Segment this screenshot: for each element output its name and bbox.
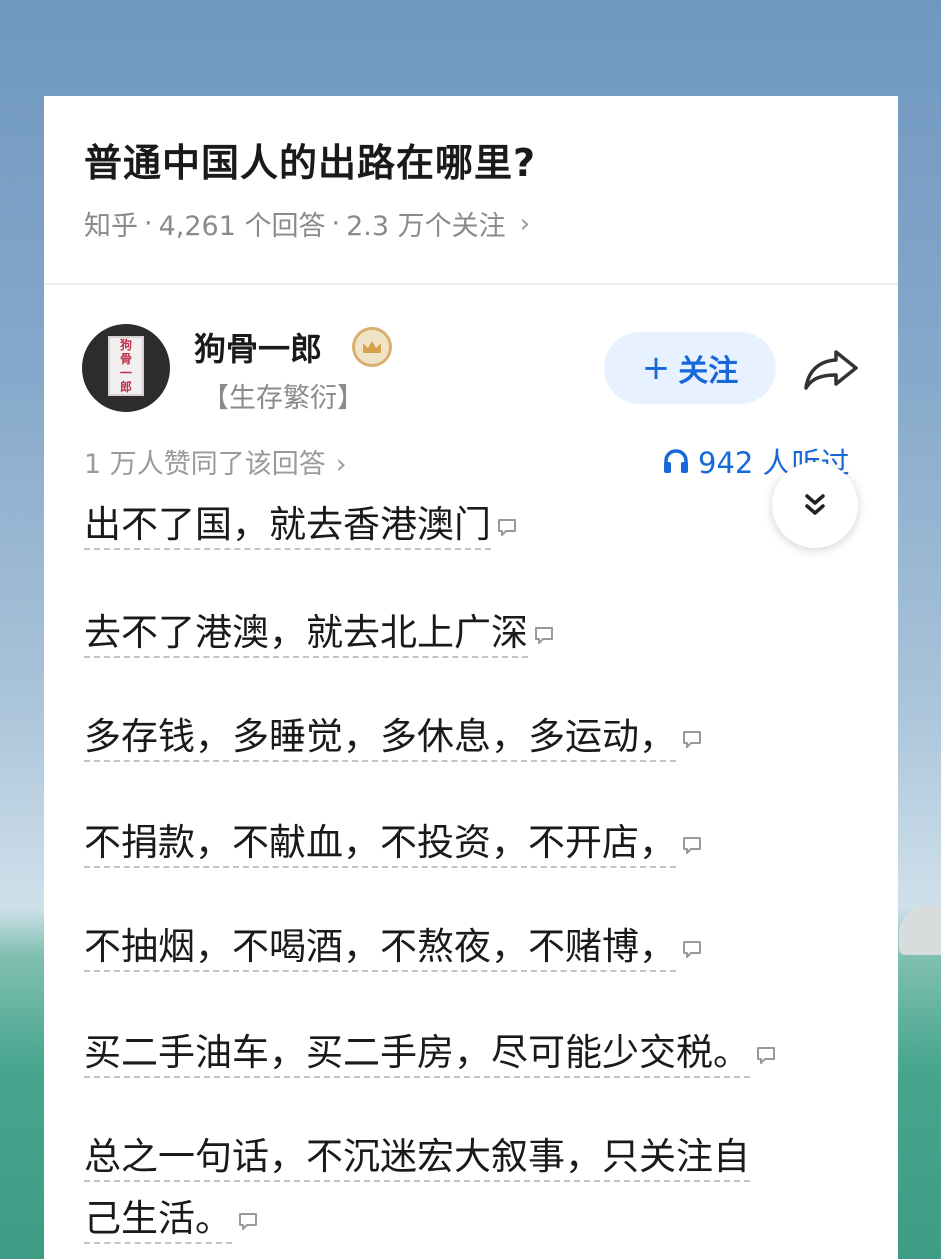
question-meta[interactable]: 知乎 · 4,261 个回答 · 2.3 万个关注 › xyxy=(84,204,530,243)
plus-icon: + xyxy=(641,348,671,388)
approval-count[interactable]: 1 万人赞同了该回答 › xyxy=(84,442,347,481)
background-structure xyxy=(899,905,941,955)
chevron-right-icon: › xyxy=(335,449,347,480)
answer-line[interactable]: 多存钱，多睡觉，多休息，多运动， xyxy=(84,712,704,762)
comment-icon[interactable] xyxy=(754,1043,778,1067)
comment-icon[interactable] xyxy=(680,833,704,857)
share-icon[interactable] xyxy=(802,346,860,392)
double-chevron-down-icon xyxy=(805,494,825,515)
author-name[interactable]: 狗骨一郎 xyxy=(194,324,322,370)
separator-dot: · xyxy=(144,208,153,239)
comment-icon[interactable] xyxy=(495,515,519,539)
answer-count: 4,261 个回答 xyxy=(158,211,326,242)
author-tagline: 【生存繁衍】 xyxy=(202,383,364,414)
avatar[interactable]: 狗 骨 一 郎 xyxy=(82,324,170,412)
answer-line[interactable]: 去不了港澳，就去北上广深 xyxy=(84,608,556,658)
avatar-sign: 狗 骨 一 郎 xyxy=(108,336,144,396)
answer-line[interactable]: 总之一句话，不沉迷宏大叙事，只关注自 xyxy=(84,1132,750,1182)
question-title[interactable]: 普通中国人的出路在哪里? xyxy=(84,132,536,187)
follower-count: 2.3 万个关注 xyxy=(346,211,506,242)
answer-line[interactable]: 买二手油车，买二手房，尽可能少交税。 xyxy=(84,1028,778,1078)
comment-icon[interactable] xyxy=(532,623,556,647)
follow-label: 关注 xyxy=(678,354,739,389)
comment-icon[interactable] xyxy=(680,727,704,751)
chevron-right-icon: › xyxy=(519,208,531,239)
source-label: 知乎 xyxy=(84,211,138,242)
divider xyxy=(44,283,898,285)
answer-card: 普通中国人的出路在哪里? 知乎 · 4,261 个回答 · 2.3 万个关注 ›… xyxy=(44,96,898,1259)
expand-button[interactable] xyxy=(772,462,858,548)
answer-line[interactable]: 不抽烟，不喝酒，不熬夜，不赌博， xyxy=(84,922,704,972)
answer-line[interactable]: 出不了国，就去香港澳门 xyxy=(84,500,519,550)
crown-badge-icon xyxy=(352,327,392,367)
follow-button[interactable]: + 关注 xyxy=(604,332,776,404)
answer-line[interactable]: 不捐款，不献血，不投资，不开店， xyxy=(84,818,704,868)
answer-line[interactable]: 己生活。 xyxy=(84,1194,260,1244)
separator-dot: · xyxy=(331,208,341,239)
headphones-icon xyxy=(664,449,688,473)
comment-icon[interactable] xyxy=(236,1209,260,1233)
comment-icon[interactable] xyxy=(680,937,704,961)
